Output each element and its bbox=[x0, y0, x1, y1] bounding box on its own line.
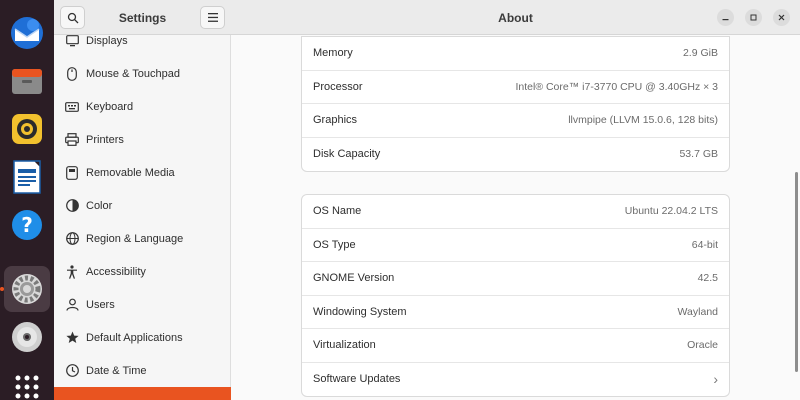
info-label: Processor bbox=[313, 80, 363, 93]
sidebar-item-label: Displays bbox=[86, 34, 128, 47]
close-icon bbox=[778, 14, 785, 21]
dock-settings-icon[interactable] bbox=[4, 266, 50, 312]
sidebar-item-label: Removable Media bbox=[86, 166, 175, 179]
keyboard-icon bbox=[64, 99, 80, 115]
info-label: OS Name bbox=[313, 205, 362, 218]
sidebar-item-label: Date & Time bbox=[86, 364, 147, 377]
sidebar-item-removable-media[interactable]: Removable Media bbox=[54, 156, 231, 189]
sidebar-item-keyboard[interactable]: Keyboard bbox=[54, 90, 231, 123]
hamburger-menu-icon bbox=[207, 13, 218, 22]
info-value: Ubuntu 22.04.2 LTS bbox=[624, 205, 718, 218]
info-row-virtualization: Virtualization Oracle bbox=[302, 329, 729, 363]
info-value: Oracle bbox=[687, 339, 718, 352]
page-title: About bbox=[498, 11, 533, 25]
maximize-button[interactable] bbox=[745, 9, 762, 26]
sidebar-item-date-time[interactable]: Date & Time bbox=[54, 354, 231, 387]
info-row-windowing-system: Windowing System Wayland bbox=[302, 296, 729, 329]
mouse-icon bbox=[64, 66, 80, 82]
info-row-processor: Processor Intel® Core™ i7-3770 CPU @ 3.4… bbox=[302, 71, 729, 104]
info-value: 2.9 GiB bbox=[682, 47, 718, 60]
about-panel: About Memory 2.9 GiB Processor Intel® Co… bbox=[231, 0, 800, 400]
sidebar-item-displays[interactable]: Displays bbox=[54, 24, 231, 57]
info-row-graphics: Graphics llvmpipe (LLVM 15.0.6, 128 bits… bbox=[302, 104, 729, 138]
sidebar-item-color[interactable]: Color bbox=[54, 189, 231, 222]
info-value: llvmpipe (LLVM 15.0.6, 128 bits) bbox=[568, 114, 718, 127]
info-row-os-type: OS Type 64-bit bbox=[302, 229, 729, 262]
info-label: Disk Capacity bbox=[313, 148, 381, 161]
sidebar-item-mouse-touchpad[interactable]: Mouse & Touchpad bbox=[54, 57, 231, 90]
info-row-memory: Memory 2.9 GiB bbox=[302, 37, 729, 71]
info-value: Wayland bbox=[677, 305, 718, 318]
clock-icon bbox=[64, 363, 80, 379]
sidebar-item-default-applications[interactable]: Default Applications bbox=[54, 321, 231, 354]
sidebar-item-users[interactable]: Users bbox=[54, 288, 231, 321]
star-icon bbox=[64, 330, 80, 346]
dock: ? bbox=[0, 0, 54, 400]
dock-disc-icon[interactable] bbox=[4, 314, 50, 360]
close-button[interactable] bbox=[773, 9, 790, 26]
printer-icon bbox=[64, 132, 80, 148]
info-label: OS Type bbox=[313, 238, 356, 251]
info-label: GNOME Version bbox=[313, 272, 395, 285]
maximize-icon bbox=[750, 14, 757, 21]
info-label: Windowing System bbox=[313, 305, 407, 318]
minimize-icon bbox=[722, 19, 729, 21]
sidebar-item-label: Default Applications bbox=[86, 331, 183, 344]
sidebar-item-about[interactable] bbox=[54, 387, 231, 400]
info-label: Graphics bbox=[313, 114, 358, 127]
sidebar-item-label: Color bbox=[86, 199, 113, 212]
accessibility-icon bbox=[64, 264, 80, 280]
settings-sidebar: Settings Displays Mouse & Touchpad Keybo… bbox=[54, 0, 231, 400]
dock-thunderbird-icon[interactable] bbox=[4, 10, 50, 56]
software-updates-row[interactable]: Software Updates › bbox=[302, 363, 729, 397]
display-icon bbox=[64, 33, 80, 49]
info-value: 42.5 bbox=[697, 272, 718, 285]
dock-files-icon[interactable] bbox=[4, 58, 50, 104]
search-icon bbox=[67, 12, 78, 23]
globe-icon bbox=[64, 231, 80, 247]
minimize-button[interactable] bbox=[717, 9, 734, 26]
info-value: 64-bit bbox=[691, 238, 718, 251]
dock-writer-icon[interactable] bbox=[4, 154, 50, 200]
info-row-gnome-version: GNOME Version 42.5 bbox=[302, 262, 729, 296]
info-value: 53.7 GB bbox=[679, 148, 718, 161]
info-label: Memory bbox=[313, 47, 353, 60]
info-label: Virtualization bbox=[313, 339, 376, 352]
dock-help-icon[interactable]: ? bbox=[4, 202, 50, 248]
sidebar-item-label: Region & Language bbox=[86, 232, 184, 245]
dock-rhythmbox-icon[interactable] bbox=[4, 106, 50, 152]
users-icon bbox=[64, 297, 80, 313]
sidebar-item-printers[interactable]: Printers bbox=[54, 123, 231, 156]
color-icon bbox=[64, 198, 80, 214]
sidebar-item-label: Users bbox=[86, 298, 115, 311]
scrollbar[interactable] bbox=[795, 172, 798, 372]
sidebar-item-label: Printers bbox=[86, 133, 124, 146]
sidebar-item-accessibility[interactable]: Accessibility bbox=[54, 255, 231, 288]
sidebar-item-label: Mouse & Touchpad bbox=[86, 67, 180, 80]
sidebar-item-label: Keyboard bbox=[86, 100, 134, 113]
removable-media-icon bbox=[64, 165, 80, 181]
svg-text:?: ? bbox=[21, 213, 33, 237]
sidebar-item-label: Accessibility bbox=[86, 265, 146, 278]
info-row-os-name: OS Name Ubuntu 22.04.2 LTS bbox=[302, 195, 729, 229]
main-header: About bbox=[231, 0, 800, 35]
dock-app-grid-icon[interactable] bbox=[4, 364, 50, 400]
info-label: Software Updates bbox=[313, 373, 401, 386]
chevron-right-icon: › bbox=[713, 371, 718, 388]
software-info-card: OS Name Ubuntu 22.04.2 LTS OS Type 64-bi… bbox=[301, 194, 730, 397]
hardware-info-card: Memory 2.9 GiB Processor Intel® Core™ i7… bbox=[301, 36, 730, 172]
info-value: Intel® Core™ i7-3770 CPU @ 3.40GHz × 3 bbox=[515, 80, 718, 93]
sidebar-title: Settings bbox=[118, 11, 167, 25]
info-row-disk-capacity: Disk Capacity 53.7 GB bbox=[302, 138, 729, 172]
sidebar-item-region-language[interactable]: Region & Language bbox=[54, 222, 231, 255]
